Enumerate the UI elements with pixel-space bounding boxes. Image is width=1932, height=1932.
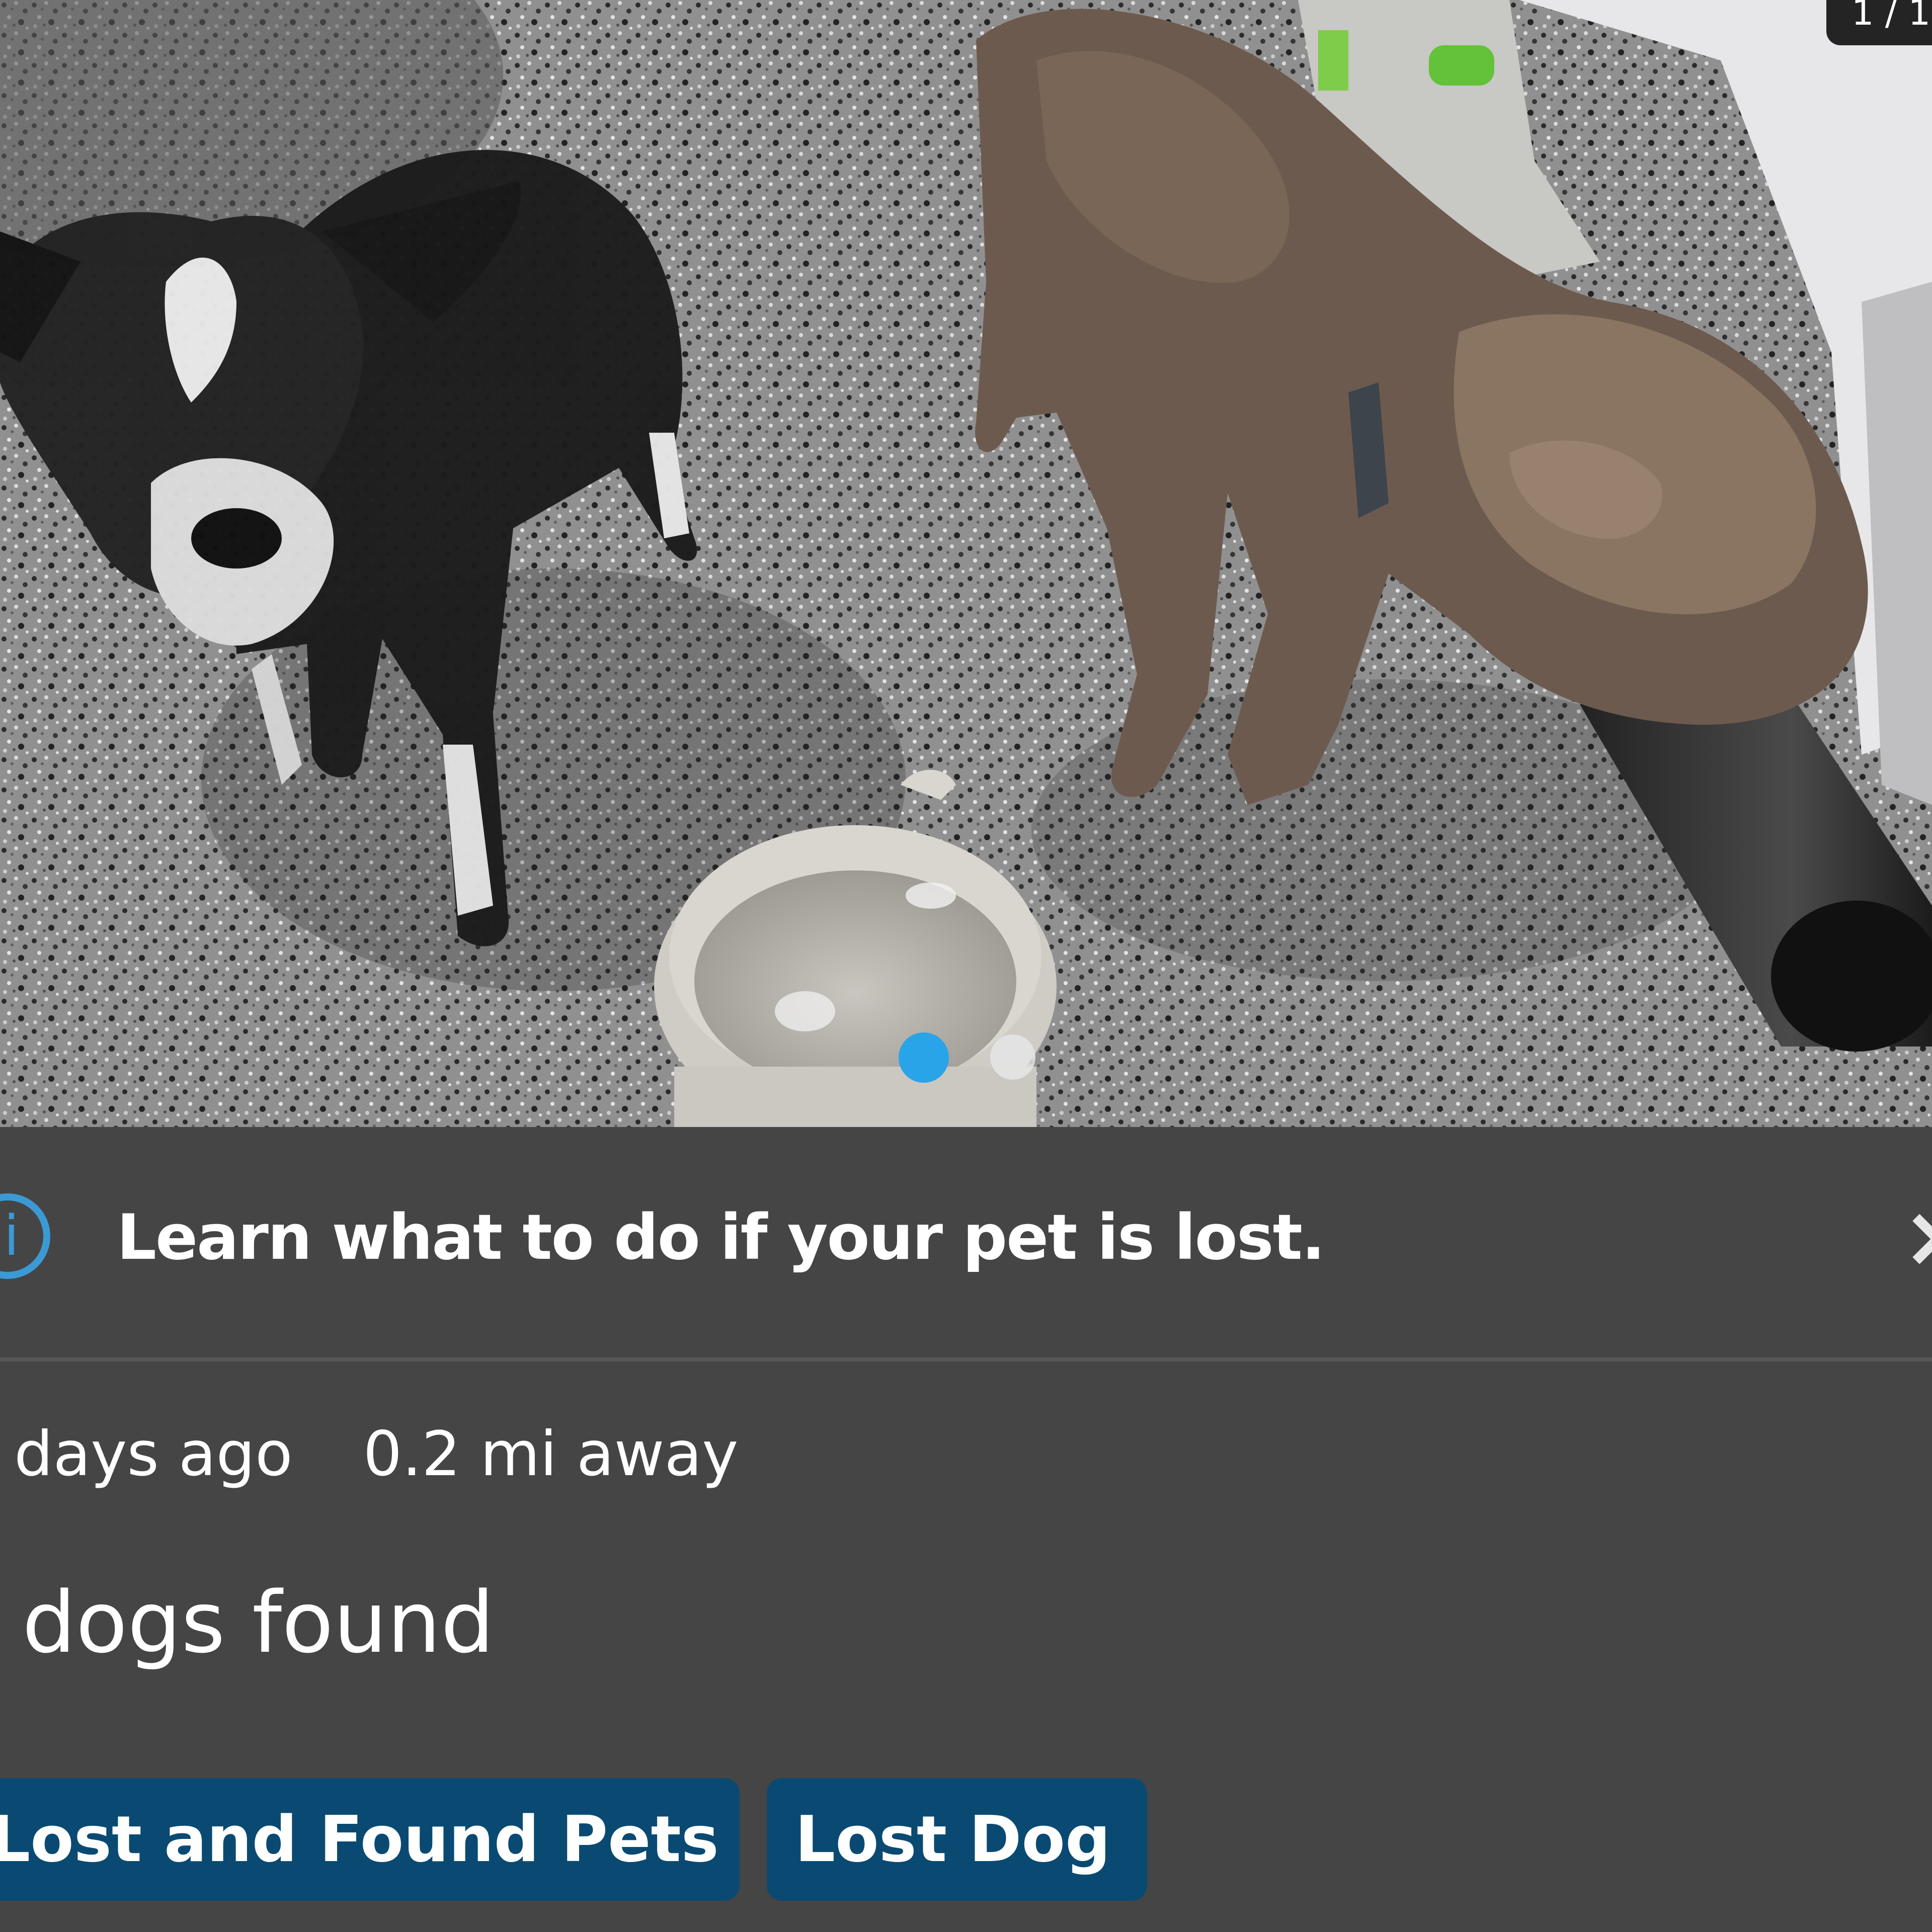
lost-pet-info-banner[interactable]: i Learn what to do if your pet is lost. … xyxy=(0,1127,1932,1358)
post-meta: days ago 0.2 mi away xyxy=(14,1414,738,1494)
tag-lost-dog[interactable]: Lost Dog xyxy=(767,1778,1147,1901)
info-icon: i xyxy=(0,1193,50,1279)
post-title: dogs found xyxy=(22,1573,495,1672)
post-detail-screen: 1 / 1 i Learn what to do if your pet is … xyxy=(0,0,1932,1932)
tag-lost-and-found-pets[interactable]: Lost and Found Pets xyxy=(0,1778,740,1901)
carousel-dot-active[interactable] xyxy=(899,1032,949,1083)
photo-counter: 1 / 1 xyxy=(1826,0,1932,45)
carousel-dot[interactable] xyxy=(990,1034,1035,1080)
photo-illustration xyxy=(0,0,1932,1127)
post-timestamp: days ago xyxy=(14,1418,293,1490)
banner-text[interactable]: Learn what to do if your pet is lost. xyxy=(117,1197,1325,1278)
close-icon[interactable]: × xyxy=(1902,1191,1932,1282)
divider xyxy=(0,1357,1932,1361)
post-photo[interactable]: 1 / 1 xyxy=(0,0,1932,1127)
post-distance: 0.2 mi away xyxy=(363,1418,739,1490)
